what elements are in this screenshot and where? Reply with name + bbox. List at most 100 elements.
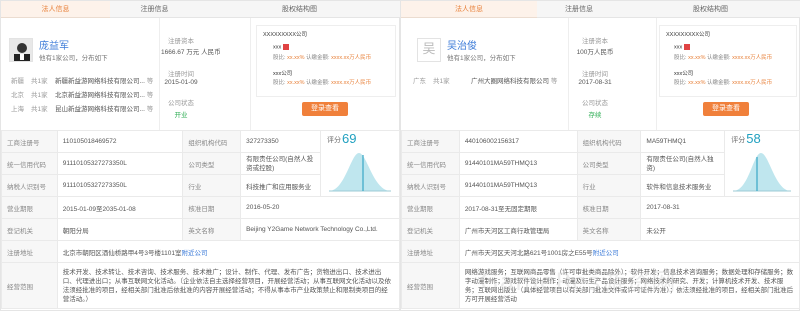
date-value: 2017-08-31 [578, 79, 612, 86]
divider [159, 18, 160, 130]
row-key: 经营范围 [1, 262, 58, 309]
company-card-left: 法人信息 注册信息 股权结构图 庞益军 他有1家公司，分布如下 新疆 共1家 新疆新… [0, 0, 401, 311]
address-value: 广州市天河区天河北路621号1001房之E55号附近公司 [458, 240, 800, 263]
rep-name[interactable]: 吴治俊 [447, 37, 477, 52]
score-curve [733, 153, 792, 192]
table-row: 登记机关 广州市天河区工商行政管理局 英文名称 未公开 [401, 218, 800, 241]
table-row: 登记机关 朝阳分局 英文名称 Beijing Y2Game Network Te… [1, 218, 400, 241]
detail-table: 工商注册号 110105018469572 组织机构代码 327273350 评… [1, 130, 401, 309]
row-value: 有限责任公司(自然人投资或控股) [240, 152, 322, 175]
equity-shareholder: xxx公司 [674, 71, 694, 77]
equity-chart: XXXXXXXXX公司 xxx 股比: xx.xx% 认缴金额: xxxx.xx… [256, 25, 396, 97]
status-label: 公司状态 [168, 100, 194, 107]
nearby-companies-link[interactable]: 附近公司 [181, 250, 207, 257]
table-row: 经营范围 网络游戏服务；互联网商品零售（许可审批类商品除外）；软件开发；信息技术… [401, 262, 800, 309]
row-key: 工商注册号 [1, 130, 58, 153]
row-value: 广州市天河区工商行政管理局 [458, 218, 578, 241]
capital-value: 100万人民币 [576, 49, 614, 56]
divider [250, 18, 251, 130]
table-row: 经营范围 技术开发、技术转让、技术咨询、技术服务、技术推广；设计、制作、代理、发… [1, 262, 401, 309]
score-curve [329, 153, 392, 192]
row-key: 行业 [182, 174, 242, 197]
date-label: 注册时间 [168, 71, 194, 78]
assoc-row[interactable]: 上海 共1家 昆山新益游网络科技有限公司... 等 [11, 103, 153, 113]
equity-top: XXXXXXXXX公司 [666, 32, 711, 38]
score-cell: 评分 69 [320, 130, 400, 197]
row-value: 91110105327273350L [56, 174, 184, 197]
table-row: 工商注册号 440106002156317 组织机构代码 MA59THMQ1 评… [401, 130, 800, 197]
status-label: 公司状态 [582, 100, 608, 107]
assoc-row[interactable]: 广东 共1家 广州大圈网络科技有限公司 等 [413, 75, 557, 85]
row-key: 核准日期 [576, 196, 642, 219]
score-value: 69 [342, 131, 357, 146]
row-key: 纳税人识别号 [401, 174, 460, 197]
nearby-companies-link[interactable]: 附近公司 [593, 250, 619, 257]
score-label: 评分 [327, 137, 342, 144]
scope-value: 技术开发、技术转让、技术咨询、技术服务、技术推广；设计、制作、代理、发布广告；货… [56, 262, 401, 309]
person-icon [283, 44, 290, 50]
row-key: 统一信用代码 [1, 152, 58, 175]
capital-label: 注册资本 [168, 38, 194, 45]
row-key: 纳税人识别号 [1, 174, 58, 197]
row-key: 营业期限 [401, 196, 460, 219]
assoc-row[interactable]: 新疆 共1家 新疆新益游网络科技有限公司... 等 [11, 75, 153, 85]
row-key: 登记机关 [401, 218, 460, 241]
score-label: 评分 [731, 137, 746, 144]
capital-value: 1666.67 万元 人民币 [161, 49, 221, 56]
row-value: 朝阳分局 [56, 218, 184, 241]
capital-label: 注册资本 [582, 38, 608, 45]
tab-legal-rep[interactable]: 法人信息 [1, 1, 110, 18]
table-row: 注册地址 北京市朝阳区酒仙桥路甲4号3号楼1101室附近公司 [1, 240, 401, 263]
divider [568, 18, 569, 130]
tab-equity[interactable]: 股权结构图 [621, 1, 800, 18]
scope-value: 网络游戏服务；互联网商品零售（许可审批类商品除外）；软件开发；信息技术咨询服务；… [458, 262, 800, 309]
detail-table: 工商注册号 440106002156317 组织机构代码 MA59THMQ1 评… [401, 130, 800, 309]
avatar [9, 38, 33, 62]
table-row: 营业期限 2015-01-09至2035-01-08 核准日期 2016-05-… [1, 196, 400, 219]
tab-legal-rep[interactable]: 法人信息 [401, 1, 537, 18]
row-value: 91110105327273350L [56, 152, 184, 175]
row-key: 公司类型 [576, 152, 642, 175]
row-key: 经营范围 [401, 262, 460, 309]
status-value: 开业 [174, 112, 188, 119]
equity-shareholder: xxx [273, 44, 290, 50]
row-key: 英文名称 [576, 218, 642, 241]
assoc-row[interactable]: 北京 共1家 北京新益游网络科技有限公司... 等 [11, 89, 153, 99]
equity-shareholder: xxx [674, 44, 691, 50]
row-value: 有限责任公司(自然人独资) [640, 152, 726, 175]
row-key: 组织机构代码 [182, 130, 242, 153]
row-value: 110105018469572 [56, 130, 184, 153]
row-value: 软件和信息技术服务业 [640, 174, 726, 197]
tab-registration[interactable]: 注册信息 [537, 1, 621, 18]
tab-equity[interactable]: 股权结构图 [199, 1, 400, 18]
row-value: Beijing Y2Game Network Technology Co.,Lt… [240, 218, 400, 241]
row-value: 91440101MA59THMQ13 [458, 152, 578, 175]
row-value: 科技推广和应用服务业 [240, 174, 322, 197]
equity-share-detail: 股比: xx.xx% 认缴金额: xxxx.xx万人民币 [674, 80, 773, 86]
equity-share-detail: 股比: xx.xx% 认缴金额: xxxx.xx万人民币 [674, 55, 773, 61]
divider [656, 18, 657, 130]
row-value: 2017-08-31 [640, 196, 800, 219]
row-value: 未公开 [640, 218, 800, 241]
row-key: 工商注册号 [401, 130, 460, 153]
login-view-button[interactable]: 登录查看 [302, 102, 348, 116]
row-key: 注册地址 [1, 240, 58, 263]
tab-registration[interactable]: 注册信息 [110, 1, 199, 18]
date-label: 注册时间 [582, 71, 608, 78]
date-value: 2015-01-09 [164, 79, 198, 86]
row-value: 2017-08-31至无固定期限 [458, 196, 578, 219]
rep-summary: 他有1家公司，分布如下 [39, 55, 108, 62]
equity-top: XXXXXXXXX公司 [263, 32, 308, 38]
avatar: 吴 [417, 38, 441, 62]
login-view-button[interactable]: 登录查看 [703, 102, 749, 116]
rep-name[interactable]: 庞益军 [39, 37, 69, 52]
row-value: 327273350 [240, 130, 322, 153]
row-key: 登记机关 [1, 218, 58, 241]
equity-shareholder: xxx公司 [273, 71, 293, 77]
status-value: 存续 [588, 112, 602, 119]
equity-share-detail: 股比: xx.xx% 认缴金额: xxxx.xx万人民币 [273, 80, 372, 86]
row-value: 2015-01-09至2035-01-08 [56, 196, 184, 219]
company-card-right: 法人信息 注册信息 股权结构图 吴 吴治俊 他有1家公司，分布如下 广东 共1家广… [400, 0, 800, 311]
equity-chart: XXXXXXXXX公司 xxx 股比: xx.xx% 认缴金额: xxxx.xx… [659, 25, 797, 97]
row-key: 组织机构代码 [576, 130, 642, 153]
